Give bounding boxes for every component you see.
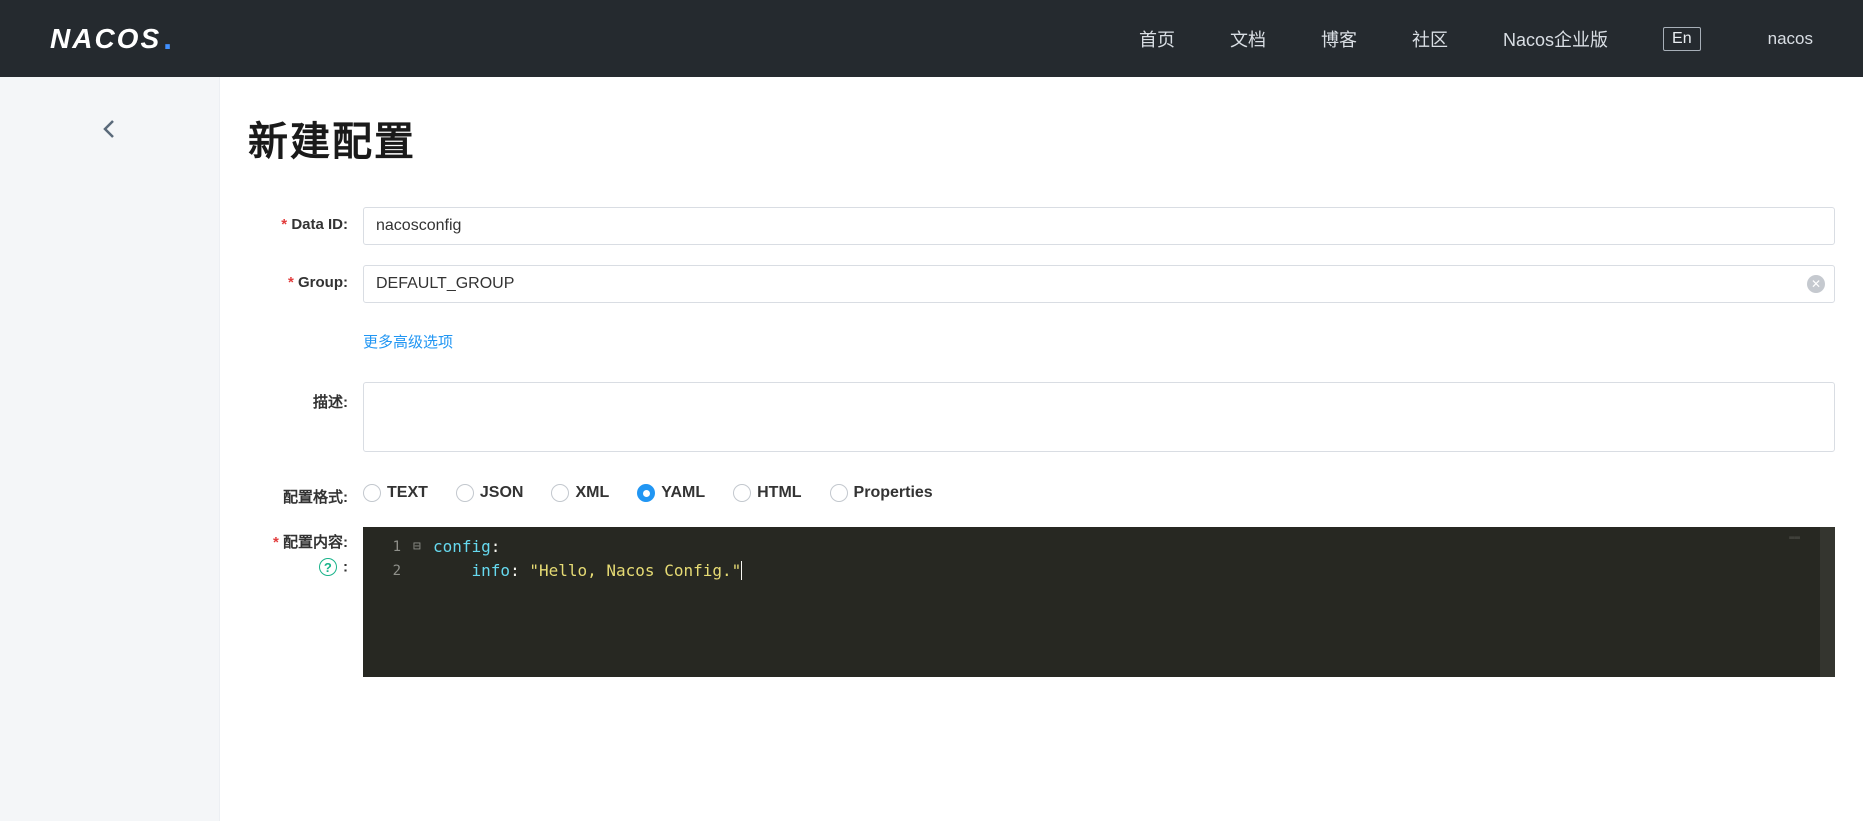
radio-json[interactable]: JSON — [456, 484, 524, 502]
radio-text[interactable]: TEXT — [363, 484, 428, 502]
radio-html[interactable]: HTML — [733, 484, 801, 502]
help-icon[interactable]: ? — [319, 558, 337, 576]
logo-text: NACOS — [50, 23, 161, 55]
nav-enterprise[interactable]: Nacos企业版 — [1503, 26, 1608, 52]
row-description: 描述: — [248, 382, 1835, 457]
label-format: 配置格式: — [248, 477, 363, 507]
sidebar — [0, 77, 220, 821]
page-title: 新建配置 — [248, 109, 1835, 167]
radio-xml[interactable]: XML — [551, 484, 609, 502]
code-text: config: — [433, 535, 1820, 559]
radio-label: XML — [575, 484, 609, 502]
radio-label: HTML — [757, 484, 801, 502]
logo-dot-icon: . — [163, 20, 174, 57]
advanced-options-link[interactable]: 更多高级选项 — [363, 331, 453, 352]
help-colon: : — [339, 559, 348, 576]
header: NACOS. 首页 文档 博客 社区 Nacos企业版 En nacos — [0, 0, 1863, 77]
label-description: 描述: — [248, 382, 363, 412]
minimap-icon: ▬▬ — [1789, 533, 1800, 543]
nav-home[interactable]: 首页 — [1139, 26, 1175, 52]
nav: 首页 文档 博客 社区 Nacos企业版 En nacos — [1139, 26, 1813, 52]
format-radio-group: TEXT JSON XML YAML — [363, 477, 1835, 502]
label-group: Group: — [248, 265, 363, 291]
row-format: 配置格式: TEXT JSON XML — [248, 477, 1835, 507]
lang-toggle-button[interactable]: En — [1663, 27, 1701, 51]
code-editor[interactable]: ▬▬ 1 ⊟ config: 2 info: "Hello, Nacos Con… — [363, 527, 1835, 677]
fold-icon[interactable]: ⊟ — [413, 535, 433, 559]
nav-blog[interactable]: 博客 — [1321, 26, 1357, 52]
line-number: 1 — [363, 535, 413, 559]
back-chevron-icon[interactable] — [98, 117, 122, 141]
radio-properties[interactable]: Properties — [830, 484, 933, 502]
fold-gutter — [413, 559, 433, 583]
input-group[interactable] — [363, 265, 1835, 303]
radio-yaml[interactable]: YAML — [637, 484, 705, 502]
main: 新建配置 Data ID: Group: ✕ 更多高级选项 描述: — [220, 77, 1863, 821]
nav-community[interactable]: 社区 — [1412, 26, 1448, 52]
radio-circle-icon — [456, 484, 474, 502]
row-advanced: 更多高级选项 — [248, 323, 1835, 352]
nav-docs[interactable]: 文档 — [1230, 26, 1266, 52]
input-data-id[interactable] — [363, 207, 1835, 245]
radio-circle-icon — [733, 484, 751, 502]
label-content: 配置内容: — [273, 534, 348, 551]
row-data-id: Data ID: — [248, 207, 1835, 245]
radio-label: YAML — [661, 484, 705, 502]
radio-circle-icon — [363, 484, 381, 502]
logo[interactable]: NACOS. — [50, 20, 174, 57]
line-number: 2 — [363, 559, 413, 583]
clear-group-icon[interactable]: ✕ — [1807, 275, 1825, 293]
radio-circle-icon — [830, 484, 848, 502]
radio-label: Properties — [854, 484, 933, 502]
radio-circle-icon — [637, 484, 655, 502]
radio-label: JSON — [480, 484, 524, 502]
user-label[interactable]: nacos — [1768, 29, 1813, 49]
row-content: 配置内容: ? : ▬▬ 1 ⊟ config: 2 info: "Hello,… — [248, 527, 1835, 677]
radio-circle-icon — [551, 484, 569, 502]
code-line: 2 info: "Hello, Nacos Config." — [363, 559, 1820, 583]
radio-label: TEXT — [387, 484, 428, 502]
code-text: info: "Hello, Nacos Config." — [433, 559, 1820, 583]
label-data-id: Data ID: — [248, 207, 363, 233]
code-line: 1 ⊟ config: — [363, 535, 1820, 559]
row-group: Group: ✕ — [248, 265, 1835, 303]
textarea-description[interactable] — [363, 382, 1835, 452]
